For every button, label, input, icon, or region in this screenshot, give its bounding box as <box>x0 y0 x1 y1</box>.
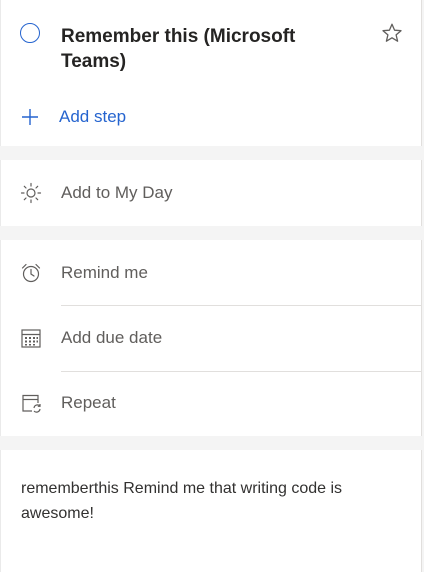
dates-card: Remind me Add due date Repeat <box>0 240 422 436</box>
add-to-my-day-button[interactable]: Add to My Day <box>1 161 422 225</box>
note-card: rememberthis Remind me that writing code… <box>0 450 422 572</box>
my-day-card: Add to My Day <box>0 160 422 226</box>
sun-icon <box>20 182 42 204</box>
task-title[interactable]: Remember this (Microsoft Teams) <box>61 24 361 74</box>
star-icon[interactable] <box>381 22 403 44</box>
repeat-label: Repeat <box>61 393 116 412</box>
complete-task-checkbox[interactable] <box>20 23 40 43</box>
task-card: Remember this (Microsoft Teams) Add step <box>0 0 422 146</box>
add-step-button[interactable]: Add step <box>21 104 126 130</box>
repeat-button[interactable]: Repeat <box>1 371 422 435</box>
add-due-date-button[interactable]: Add due date <box>1 306 422 370</box>
alarm-clock-icon <box>21 263 41 283</box>
add-due-date-label: Add due date <box>61 328 163 347</box>
note-text[interactable]: rememberthis Remind me that writing code… <box>21 476 401 526</box>
add-step-label: Add step <box>59 107 127 126</box>
repeat-calendar-icon <box>22 394 41 413</box>
add-to-my-day-label: Add to My Day <box>61 183 173 202</box>
remind-me-button[interactable]: Remind me <box>1 241 422 305</box>
calendar-icon <box>21 329 41 348</box>
remind-me-label: Remind me <box>61 263 148 282</box>
plus-icon <box>22 109 38 125</box>
